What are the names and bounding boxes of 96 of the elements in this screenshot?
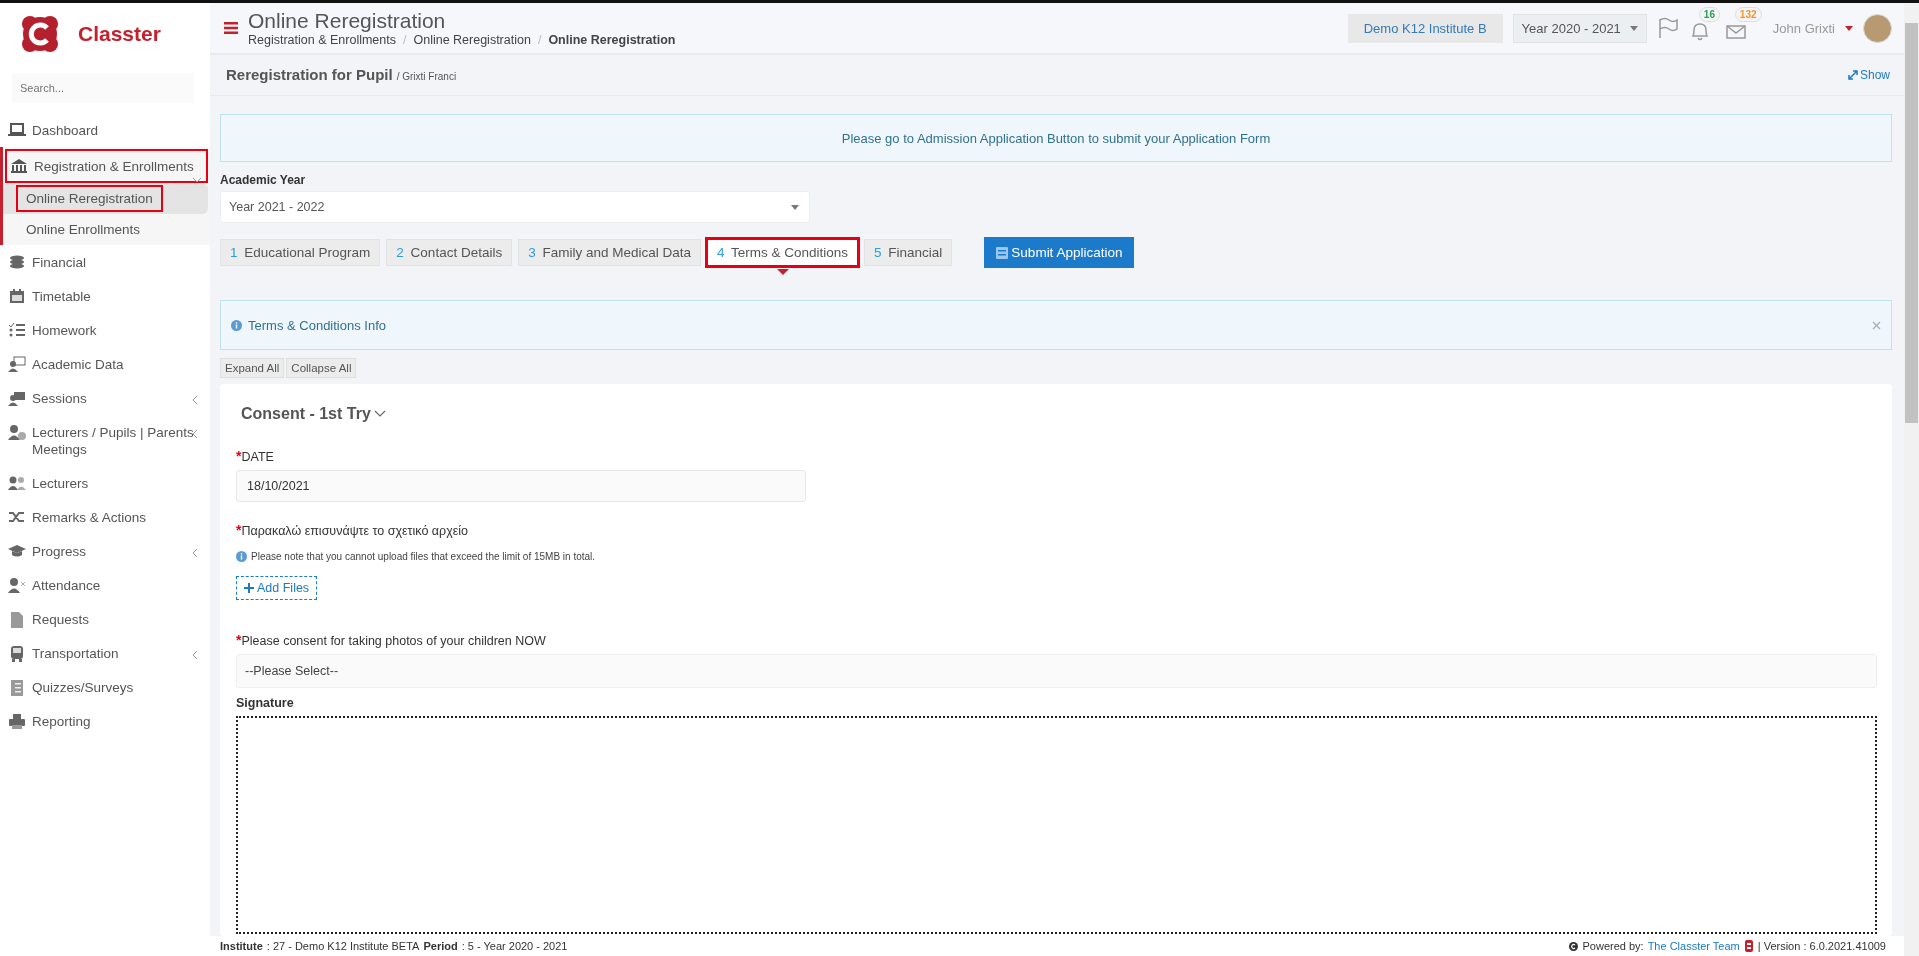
step-tab[interactable]: 2 Contact Details (386, 239, 513, 266)
toolbar-button[interactable]: Expand All (220, 358, 285, 378)
sidebar-item[interactable]: Transportation (0, 636, 210, 670)
upload-note: Please note that you cannot upload files that exceed the limit of 15MB in total. (236, 551, 596, 562)
add-files-button[interactable]: Add Files (236, 576, 318, 600)
caret-icon (1629, 25, 1638, 31)
footer-label: Period (423, 940, 458, 952)
required-mark: * (236, 448, 242, 464)
field-label: Academic Year (220, 173, 307, 187)
logo-icon (20, 14, 60, 54)
search-field[interactable]: Search... (12, 73, 194, 103)
document-icon (8, 611, 26, 628)
chevron-icon (373, 410, 386, 418)
count-badge: 132 (1734, 7, 1762, 22)
breadcrumb-link[interactable]: Online Reregistration (413, 33, 531, 47)
consent-select[interactable]: --Please Select-- (236, 654, 1877, 688)
year-select[interactable]: Year 2021 - 2022 (220, 191, 810, 223)
person-screen-icon (8, 390, 26, 407)
sidebar-item[interactable]: Quizzes/Surveys (0, 670, 210, 704)
footer-label: Institute (220, 940, 263, 952)
printer-icon (8, 713, 26, 730)
signature-pad[interactable] (236, 716, 1877, 934)
toolbar-button[interactable]: Collapse All (286, 358, 357, 378)
field-label: *DATE (236, 448, 274, 464)
sidebar-item[interactable]: Attendance (0, 568, 210, 602)
step-tab[interactable]: 3 Family and Medical Data (518, 239, 701, 266)
footer-text: | Version : 6.0.2021.41009 (1757, 940, 1886, 952)
date-field[interactable]: 18/10/2021 (236, 470, 806, 502)
laptop-icon (8, 122, 26, 139)
info-icon (236, 551, 247, 562)
sidebar-item[interactable]: Lecturers (0, 466, 210, 500)
step-tab[interactable]: 1 Educational Program (220, 239, 381, 266)
sidebar-subitem[interactable]: Online Reregistration (3, 183, 208, 214)
notice-banner: Please go to Admission Application Button to submit your Application Form (220, 114, 1892, 162)
sidebar-subitem[interactable]: Online Enrollments (3, 214, 208, 245)
year-dropdown[interactable]: Year 2020 - 2021 (1512, 13, 1647, 43)
calendar-icon (8, 288, 26, 305)
coins-icon (8, 254, 26, 271)
sidebar-item[interactable]: Timetable (0, 279, 210, 313)
form-icon (996, 246, 1009, 259)
sidebar-item[interactable]: Registration & Enrollments (5, 149, 208, 183)
bus-icon (8, 645, 26, 662)
footer-text: Powered by: (1582, 940, 1644, 952)
footer-text: : 27 - Demo K12 Institute BETA (266, 940, 420, 952)
pupil-name: / Grixti Franci (396, 71, 457, 82)
expand-icon (1847, 70, 1858, 80)
team-link[interactable]: The Classter Team (1647, 940, 1740, 952)
footer-text: : 5 - Year 2020 - 2021 (461, 940, 568, 952)
step-tab[interactable]: 5 Financial (864, 239, 953, 266)
required-mark: * (236, 632, 242, 648)
sidebar-item[interactable]: Sessions (0, 381, 210, 415)
brand-name: Classter (78, 22, 161, 46)
field-label: Signature (236, 696, 294, 710)
plus-icon (244, 583, 254, 593)
sidebar-item[interactable]: Remarks & Actions (0, 500, 210, 534)
sidebar-item[interactable]: Reporting (0, 704, 210, 738)
field-label: *Please consent for taking photos of your children NOW (236, 632, 546, 648)
required-mark: * (236, 522, 242, 538)
show-link[interactable]: Show (1847, 68, 1890, 82)
caret-icon (1845, 25, 1853, 31)
section-title: Reregistration for Pupil (226, 66, 393, 83)
page-title: Online Reregistration (248, 9, 447, 33)
person-board-icon (8, 356, 26, 373)
sidebar-item[interactable]: Lecturers / Pupils | Parents Meetings (0, 415, 210, 466)
sidebar-item[interactable]: Progress (0, 534, 210, 568)
scrollbar[interactable] (1904, 3, 1919, 956)
avatar[interactable] (1863, 13, 1892, 43)
step-tab[interactable]: 4 Terms & Conditions (707, 239, 859, 266)
person-clock-icon (8, 424, 26, 441)
bank-icon (10, 158, 28, 175)
info-title: Terms & Conditions Info (231, 317, 386, 333)
submit-button[interactable]: Submit Application (984, 237, 1135, 268)
sidebar-item[interactable]: Dashboard (0, 113, 210, 147)
flag-icon (1656, 17, 1679, 39)
list-icon (8, 679, 26, 696)
count-badge: 16 (1698, 7, 1720, 22)
copyright-icon (1569, 941, 1579, 951)
breadcrumb-link[interactable]: Registration & Enrollments (248, 33, 396, 47)
sidebar-item[interactable]: Academic Data (0, 347, 210, 381)
info-icon (231, 319, 242, 331)
breadcrumb-separator: / (403, 33, 407, 47)
sidebar-item[interactable]: Requests (0, 602, 210, 636)
sidebar-item[interactable]: Financial (0, 245, 210, 279)
caret-icon (791, 204, 799, 210)
field-label: *Παρακαλώ επισυνάψτε το σχετικό αρχείο (236, 522, 469, 538)
people-icon (8, 475, 26, 492)
institute-button[interactable]: Demo K12 Institute B (1347, 13, 1503, 43)
checklist-icon (8, 322, 26, 339)
close-icon (1872, 320, 1881, 330)
logo-icon (1743, 940, 1754, 952)
breadcrumb-separator: / (537, 33, 542, 47)
person-cross-icon (8, 577, 26, 594)
sidebar-item[interactable]: Homework (0, 313, 210, 347)
breadcrumb-current: Online Reregistration (548, 33, 676, 47)
section-heading[interactable]: Consent - 1st Try (236, 400, 391, 428)
menu-icon (224, 22, 238, 34)
